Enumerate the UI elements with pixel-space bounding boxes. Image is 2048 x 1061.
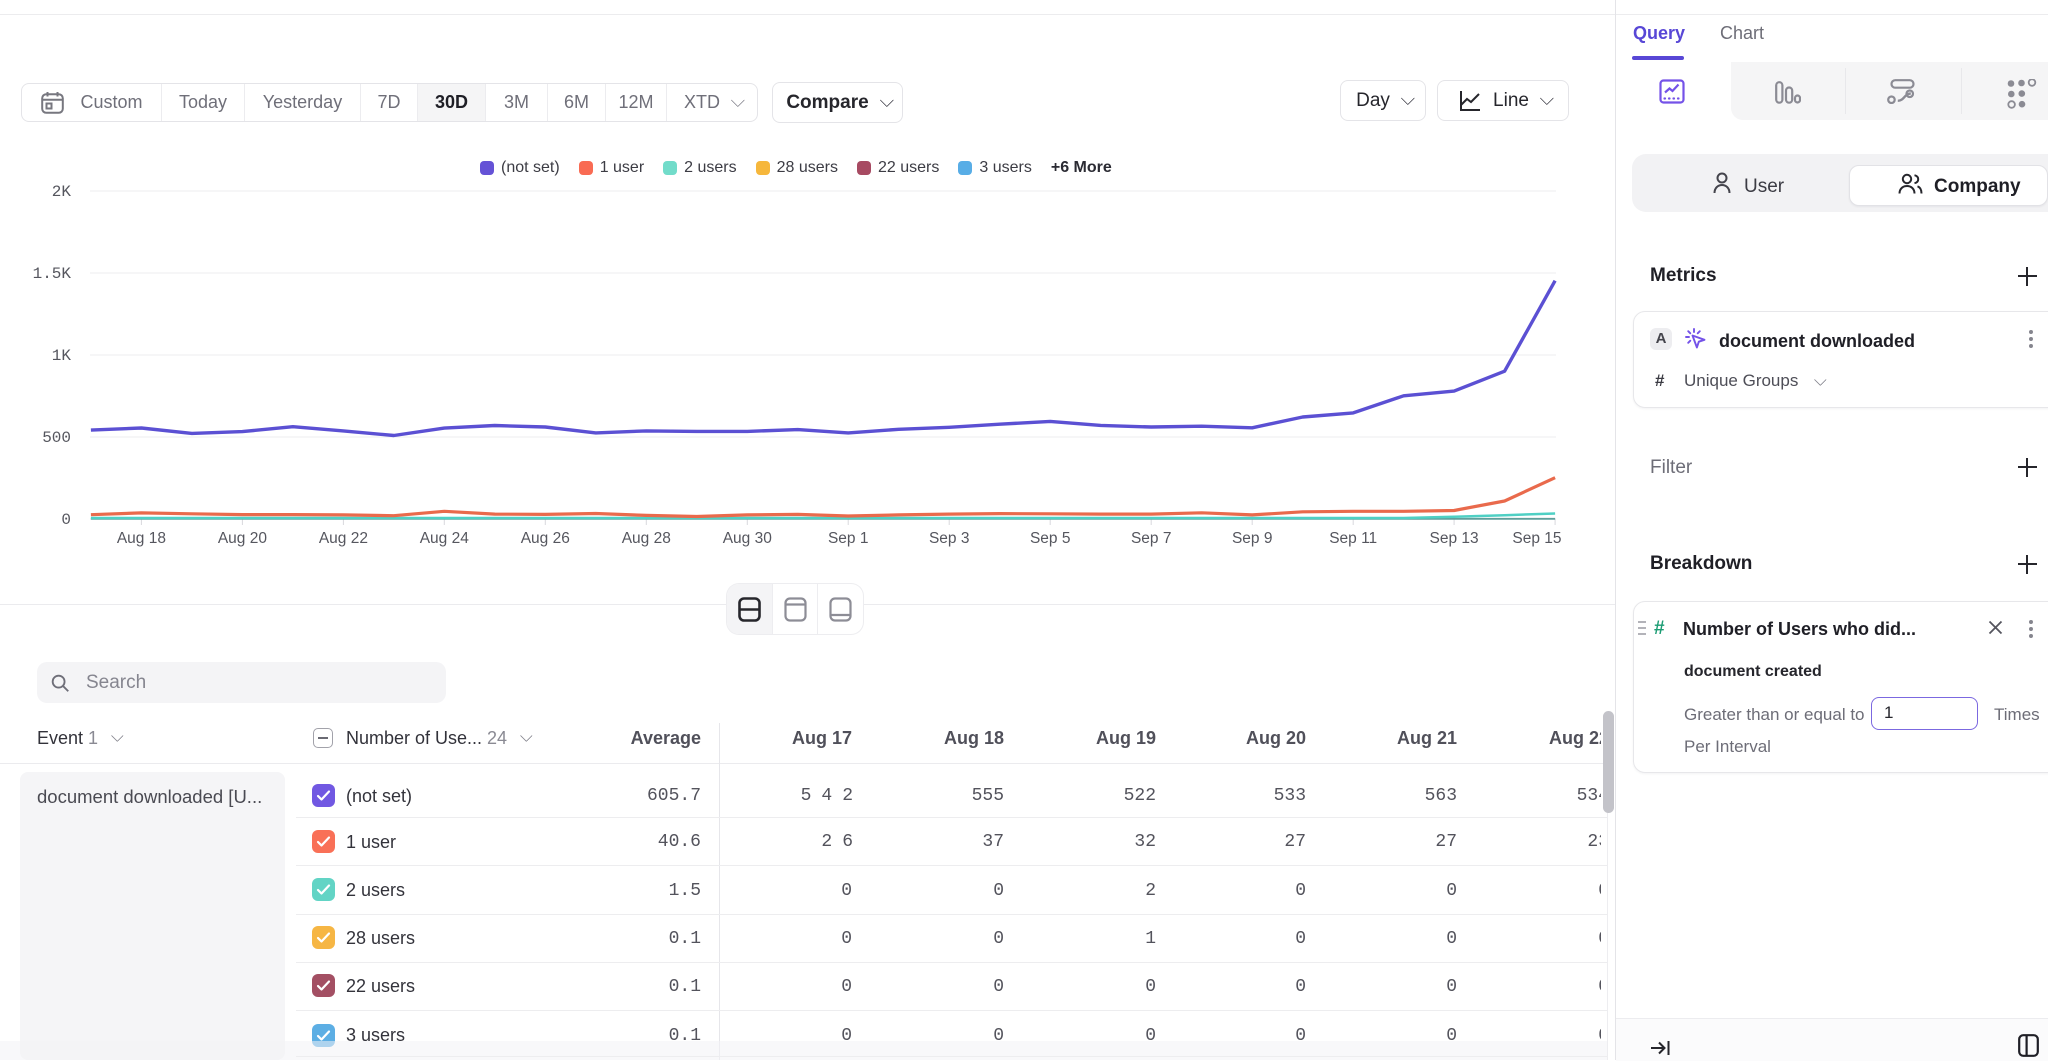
svg-text:Aug 28: Aug 28: [622, 530, 671, 547]
svg-text:Sep 7: Sep 7: [1131, 530, 1172, 547]
svg-text:Aug 30: Aug 30: [723, 530, 773, 547]
svg-text:500: 500: [42, 429, 71, 447]
svg-text:Sep 1: Sep 1: [828, 530, 869, 547]
svg-text:Aug 26: Aug 26: [521, 530, 570, 547]
svg-text:1K: 1K: [52, 347, 72, 365]
svg-text:2K: 2K: [52, 183, 72, 201]
svg-text:Sep 13: Sep 13: [1430, 530, 1479, 547]
svg-text:Aug 20: Aug 20: [218, 530, 268, 547]
svg-text:Sep 3: Sep 3: [929, 530, 970, 547]
svg-text:0: 0: [61, 511, 71, 529]
svg-text:Sep 5: Sep 5: [1030, 530, 1071, 547]
svg-text:Sep 15: Sep 15: [1512, 530, 1561, 547]
svg-text:Aug 22: Aug 22: [319, 530, 368, 547]
svg-text:Sep 9: Sep 9: [1232, 530, 1273, 547]
svg-text:Aug 24: Aug 24: [420, 530, 470, 547]
svg-text:Aug 18: Aug 18: [117, 530, 166, 547]
svg-text:1.5K: 1.5K: [33, 265, 72, 283]
svg-text:Sep 11: Sep 11: [1329, 530, 1377, 547]
